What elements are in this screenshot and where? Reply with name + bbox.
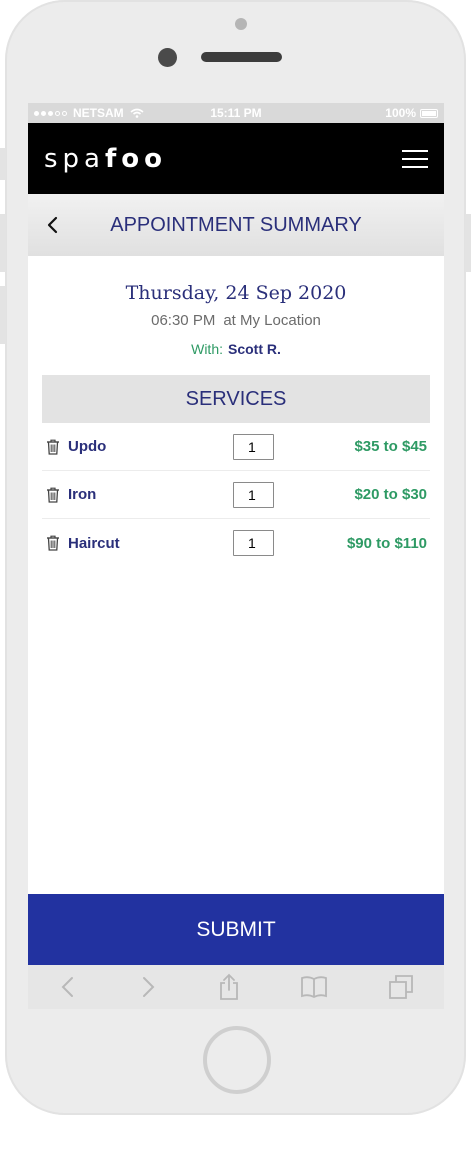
volume-up-button [0,214,6,272]
back-chevron-icon[interactable] [44,214,62,236]
battery-icon [420,108,438,118]
browser-back-icon[interactable] [58,975,78,999]
appointment-details: Thursday, 24 Sep 2020 06:30 PM at My Loca… [28,256,444,357]
service-row-haircut: Haircut $90 to $110 [42,519,430,567]
tabs-icon[interactable] [388,974,414,1000]
service-price: $35 to $45 [354,438,427,455]
volume-down-button [0,286,6,344]
app-header: spafoo [28,123,444,194]
service-price: $90 to $110 [346,534,427,552]
earpiece-speaker [201,52,282,62]
appointment-time-location: 06:30 PM at My Location [28,312,444,329]
service-list: Updo $35 to $45 Iron $20 to $30 Haircut [42,423,430,567]
nav-bar: APPOINTMENT SUMMARY [28,194,444,256]
share-icon[interactable] [218,973,240,1001]
browser-toolbar [28,965,444,1009]
status-time: 15:11 PM [210,106,262,120]
quantity-input[interactable] [233,433,274,460]
quantity-input[interactable] [233,530,274,556]
page-title: APPOINTMENT SUMMARY [110,213,362,236]
logo-text-bold: foo [104,143,168,174]
appointment-stylist: With: Scott R. [28,341,444,357]
service-name: Updo [68,438,107,455]
services-heading: SERVICES [42,375,430,423]
status-bar: NETSAM 15:11 PM 100% [28,103,444,123]
service-row-updo: Updo $35 to $45 [42,423,430,471]
with-label: With: [191,341,223,357]
device-screen: NETSAM 15:11 PM 100% spafoo APPOINTMENT … [28,103,444,1009]
service-name: Iron [68,486,97,503]
spafoo-logo[interactable]: spafoo [44,144,167,174]
trash-icon[interactable] [46,535,60,551]
appointment-time: 06:30 PM [151,312,216,329]
trash-icon[interactable] [46,439,60,455]
appointment-location: at My Location [223,312,321,329]
service-row-iron: Iron $20 to $30 [42,471,430,519]
bookmarks-icon[interactable] [300,975,328,999]
home-button[interactable] [203,1026,271,1094]
camera-sensor [235,18,247,30]
battery-status: 100% [385,106,438,120]
battery-percent: 100% [385,106,416,120]
front-camera [158,48,177,67]
trash-icon[interactable] [46,487,60,503]
hamburger-menu-icon[interactable] [402,149,428,168]
logo-text-light: spa [44,143,105,174]
mute-switch [0,148,6,180]
submit-button[interactable]: SUBMIT [28,894,444,965]
appointment-date: Thursday, 24 Sep 2020 [125,282,347,304]
service-name: Haircut [68,534,120,552]
browser-forward-icon[interactable] [138,975,158,999]
quantity-input[interactable] [233,481,274,508]
stylist-name: Scott R. [228,341,281,357]
power-button [465,214,471,272]
service-price: $20 to $30 [354,486,427,503]
